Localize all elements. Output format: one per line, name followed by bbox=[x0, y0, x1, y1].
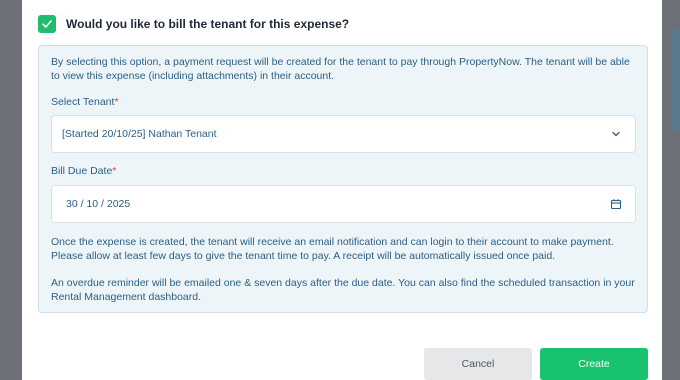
check-icon bbox=[42, 20, 52, 28]
select-tenant-label-text: Select Tenant bbox=[51, 96, 115, 108]
billing-intro-text: By selecting this option, a payment requ… bbox=[51, 56, 630, 82]
chevron-down-icon bbox=[612, 131, 620, 137]
create-button[interactable]: Create bbox=[540, 348, 648, 380]
overdue-notice-text: An overdue reminder will be emailed one … bbox=[51, 277, 635, 303]
billing-details-panel: By selecting this option, a payment requ… bbox=[38, 45, 648, 313]
bill-due-date-input[interactable]: 30 / 10 / 2025 bbox=[51, 185, 636, 223]
bill-due-date-label: Bill Due Date* bbox=[51, 165, 116, 177]
backdrop-right bbox=[662, 0, 680, 380]
email-notice-text: Once the expense is created, the tenant … bbox=[51, 236, 614, 262]
bill-tenant-dialog: Would you like to bill the tenant for th… bbox=[22, 0, 662, 380]
cancel-button[interactable]: Cancel bbox=[424, 348, 532, 380]
bill-tenant-checkbox[interactable] bbox=[38, 15, 56, 33]
due-date-value: 30 / 10 / 2025 bbox=[66, 198, 131, 210]
bill-due-date-label-text: Bill Due Date bbox=[51, 165, 113, 177]
selected-tenant-value: [Started 20/10/25] Nathan Tenant bbox=[62, 128, 217, 140]
backdrop-accent bbox=[672, 30, 680, 130]
select-tenant-label: Select Tenant* bbox=[51, 96, 119, 108]
required-marker: * bbox=[114, 96, 119, 108]
select-tenant-dropdown[interactable]: [Started 20/10/25] Nathan Tenant bbox=[51, 115, 636, 153]
bill-tenant-question: Would you like to bill the tenant for th… bbox=[66, 17, 350, 31]
required-marker: * bbox=[112, 165, 117, 177]
calendar-icon[interactable] bbox=[610, 198, 622, 210]
bill-tenant-option: Would you like to bill the tenant for th… bbox=[38, 14, 349, 34]
backdrop-left bbox=[0, 0, 22, 380]
